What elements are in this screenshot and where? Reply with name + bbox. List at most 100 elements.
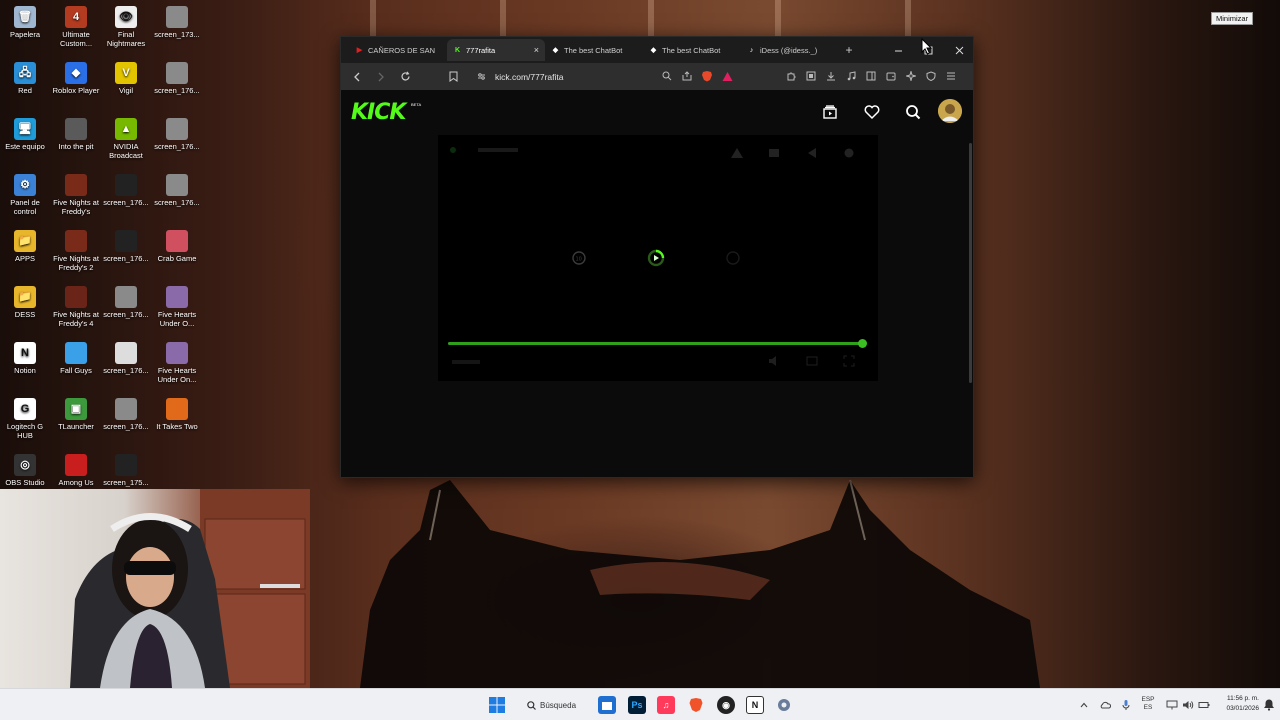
desktop-icon[interactable]: 📁 APPS xyxy=(0,230,50,263)
tray-onedrive[interactable] xyxy=(1099,699,1111,711)
warning-icon[interactable] xyxy=(730,147,744,159)
browser-tab[interactable]: ♪ iDess (@idess._) xyxy=(741,39,839,61)
sidebar-button[interactable] xyxy=(861,66,881,86)
desktop-icon[interactable]: ◎ OBS Studio xyxy=(0,454,50,487)
tray-overflow-button[interactable] xyxy=(1078,699,1090,711)
tab-close-icon[interactable]: × xyxy=(534,45,539,55)
browser-tab[interactable]: ▶ CAÑEROS DE SAN xyxy=(349,39,447,61)
desktop-icon[interactable]: Among Us xyxy=(51,454,101,487)
desktop-icon[interactable]: screen_176... xyxy=(101,342,151,375)
search-button[interactable] xyxy=(903,102,923,122)
rewind-icon[interactable]: 10 xyxy=(571,250,587,266)
brave-shields-button[interactable] xyxy=(697,66,717,86)
settings-icon[interactable] xyxy=(843,147,855,159)
desktop-icon[interactable]: screen_176... xyxy=(101,230,151,263)
page-scrollbar[interactable] xyxy=(969,143,972,383)
kick-logo[interactable]: KICK xyxy=(351,100,406,125)
minimize-button[interactable] xyxy=(883,37,913,63)
favorites-button[interactable] xyxy=(862,102,882,122)
video-player[interactable]: 10 xyxy=(438,135,878,381)
taskbar-app-settings[interactable] xyxy=(775,696,793,714)
desktop-icon[interactable]: Crab Game xyxy=(152,230,202,263)
zoom-button[interactable] xyxy=(657,66,677,86)
notifications-button[interactable] xyxy=(1263,698,1275,711)
taskbar-app-brave[interactable] xyxy=(687,696,705,714)
clip-icon[interactable] xyxy=(768,147,780,159)
desktop-icon[interactable]: screen_176... xyxy=(152,62,202,95)
tray-volume[interactable] xyxy=(1182,699,1194,711)
site-settings-icon[interactable] xyxy=(477,72,486,81)
desktop-icon[interactable]: Five Hearts Under On... xyxy=(152,342,202,384)
browser-tab[interactable]: K 777rafita × xyxy=(447,39,545,61)
tray-clock[interactable]: 11:56 p. m. 03/01/2026 xyxy=(1215,694,1259,714)
tray-microphone[interactable] xyxy=(1120,699,1132,711)
volume-icon[interactable] xyxy=(768,355,780,367)
video-progress-bar[interactable] xyxy=(448,339,867,348)
desktop-icon[interactable]: screen_176... xyxy=(152,118,202,151)
user-avatar[interactable] xyxy=(938,99,962,123)
desktop-icon[interactable]: Five Hearts Under O... xyxy=(152,286,202,328)
desktop-icon[interactable]: 4 Ultimate Custom... xyxy=(51,6,101,48)
fullscreen-icon[interactable] xyxy=(843,355,855,367)
forward-icon[interactable] xyxy=(725,250,741,266)
browser-tab[interactable]: ◆ The best ChatBot xyxy=(545,39,643,61)
desktop-icon[interactable]: screen_176... xyxy=(101,174,151,207)
desktop-icon[interactable]: screen_173... xyxy=(152,6,202,39)
taskbar-app-photoshop[interactable]: Ps xyxy=(628,696,646,714)
desktop-icon[interactable]: 🗑 Papelera xyxy=(0,6,50,39)
desktop-icon[interactable]: Into the pit xyxy=(51,118,101,151)
desktop-icon[interactable]: ▲ NVIDIA Broadcast xyxy=(101,118,151,160)
close-window-button[interactable] xyxy=(944,37,974,63)
theater-mode-icon[interactable] xyxy=(806,355,818,367)
browser-window[interactable]: ▶ CAÑEROS DE SAN K 777rafita × ◆ The best Chat… xyxy=(340,36,974,478)
downloads-button[interactable] xyxy=(821,66,841,86)
desktop-icon[interactable]: Five Nights at Freddy's 4 xyxy=(51,286,101,328)
bookmark-button[interactable] xyxy=(443,66,463,86)
brave-rewards-button[interactable] xyxy=(717,66,737,86)
taskbar-app-explorer[interactable] xyxy=(598,696,616,714)
new-tab-button[interactable]: + xyxy=(839,43,859,57)
vpn-button[interactable] xyxy=(921,66,941,86)
taskbar-app-notion[interactable]: N xyxy=(746,696,764,714)
main-menu-button[interactable] xyxy=(941,66,961,86)
share-button[interactable] xyxy=(677,66,697,86)
desktop-icon[interactable]: G Logitech G HUB xyxy=(0,398,50,440)
desktop-icon[interactable]: ⚙ Panel de control xyxy=(0,174,50,216)
desktop-icon[interactable]: V Vigil xyxy=(101,62,151,95)
url-text[interactable]: kick.com/777rafita xyxy=(495,72,564,82)
desktop-icon[interactable]: 👁 Final Nightmares xyxy=(101,6,151,48)
reload-button[interactable] xyxy=(395,67,415,87)
leo-ai-button[interactable] xyxy=(901,66,921,86)
desktop-icon[interactable]: 🖥 Este equipo xyxy=(0,118,50,151)
desktop-icon[interactable]: 🖧 Red xyxy=(0,62,50,95)
desktop-icon[interactable]: screen_175... xyxy=(101,454,151,487)
desktop-icon[interactable]: It Takes Two xyxy=(152,398,202,431)
tray-language[interactable]: ESP ES xyxy=(1138,696,1158,712)
media-button[interactable] xyxy=(841,66,861,86)
desktop-icon[interactable]: 📁 DESS xyxy=(0,286,50,319)
taskbar-search[interactable]: Búsqueda xyxy=(519,695,589,715)
desktop-icon[interactable]: screen_176... xyxy=(101,286,151,319)
desktop-icon[interactable]: screen_176... xyxy=(101,398,151,431)
desktop-icon[interactable]: Five Nights at Freddy's xyxy=(51,174,101,216)
desktop-icon[interactable]: ▣ TLauncher xyxy=(51,398,101,431)
browser-tab[interactable]: ◆ The best ChatBot xyxy=(643,39,741,61)
share-icon[interactable] xyxy=(806,147,818,159)
screenshot-button[interactable] xyxy=(801,66,821,86)
desktop-icon[interactable]: Five Nights at Freddy's 2 xyxy=(51,230,101,272)
extensions-button[interactable] xyxy=(781,66,801,86)
following-button[interactable] xyxy=(820,102,840,122)
desktop-icon[interactable]: N Notion xyxy=(0,342,50,375)
taskbar-app-obs[interactable]: ◉ xyxy=(717,696,735,714)
start-button[interactable] xyxy=(488,696,506,714)
back-button[interactable] xyxy=(347,67,367,87)
desktop-icon[interactable]: ◆ Roblox Player xyxy=(51,62,101,95)
forward-button[interactable] xyxy=(371,67,391,87)
desktop-icon[interactable]: Fall Guys xyxy=(51,342,101,375)
wallet-button[interactable] xyxy=(881,66,901,86)
taskbar-app-music[interactable]: ♫ xyxy=(657,696,675,714)
tray-battery[interactable] xyxy=(1198,699,1210,711)
tray-network[interactable] xyxy=(1166,699,1178,711)
video-progress-handle[interactable] xyxy=(857,339,867,348)
desktop-icon[interactable]: screen_176... xyxy=(152,174,202,207)
